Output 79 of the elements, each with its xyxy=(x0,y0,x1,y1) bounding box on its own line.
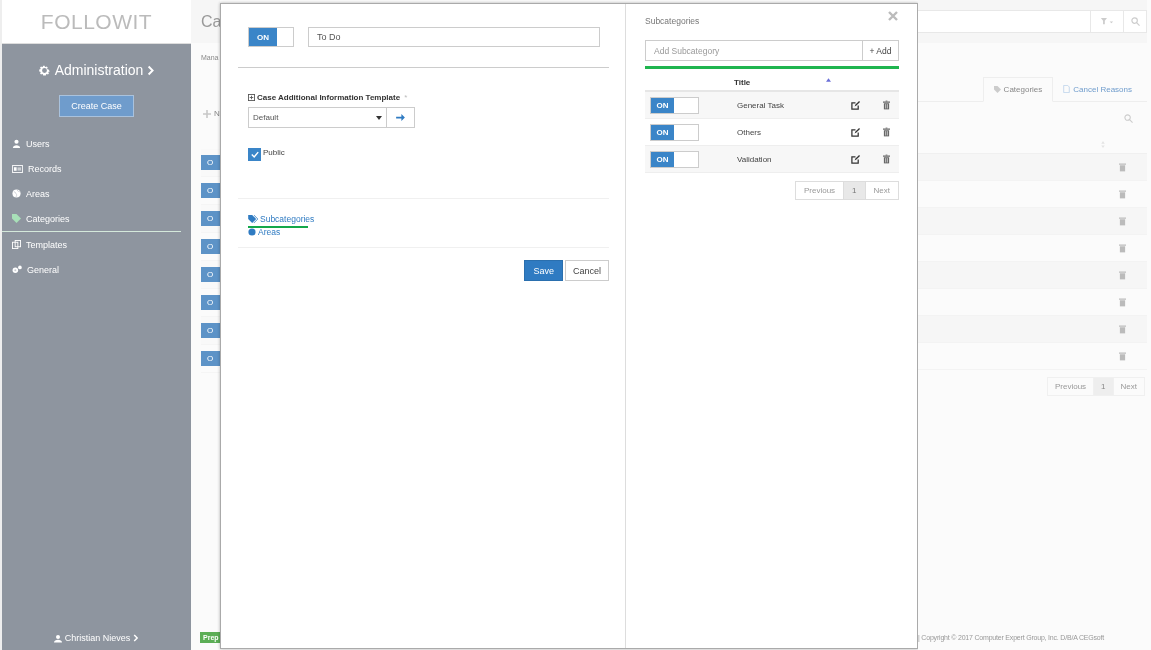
toggle-switch[interactable]: ON xyxy=(650,150,699,168)
checkbox[interactable] xyxy=(248,148,261,161)
tags-icon xyxy=(248,214,258,223)
expand-icon xyxy=(248,94,255,101)
plus-icon xyxy=(203,109,211,118)
user-name[interactable]: Christian Nieves xyxy=(64,633,131,643)
column-header[interactable]: Title xyxy=(734,73,826,87)
delete-icon[interactable] xyxy=(883,154,890,164)
checkbox-label: Public xyxy=(263,148,285,157)
sort-up-icon[interactable] xyxy=(826,78,831,82)
tag-icon xyxy=(993,86,1001,93)
sidebar-item[interactable]: Categories xyxy=(2,206,181,232)
user-icon xyxy=(53,633,62,643)
new-link[interactable]: N xyxy=(214,109,220,118)
template-dropdown[interactable]: Default xyxy=(248,107,387,128)
toggle-switch[interactable]: ON xyxy=(650,96,699,114)
toggle-switch[interactable]: O xyxy=(201,295,220,310)
toggle-switch[interactable]: O xyxy=(201,323,220,338)
edit-icon[interactable] xyxy=(851,154,860,164)
toggle-switch[interactable]: O xyxy=(201,183,220,198)
name-field[interactable]: To Do xyxy=(308,27,600,47)
create-case-button[interactable]: Create Case xyxy=(59,95,134,117)
toggle-switch[interactable]: O xyxy=(201,351,220,366)
sidebar-item[interactable]: Records xyxy=(2,156,191,181)
toggle-switch[interactable]: O xyxy=(201,155,220,170)
next-button[interactable]: Next xyxy=(865,181,899,200)
search-field[interactable] xyxy=(918,10,1147,33)
logo: FOLLOWIT xyxy=(40,9,153,34)
sidebar-item[interactable]: Users xyxy=(2,131,191,156)
go-button[interactable] xyxy=(387,107,415,128)
cogs-icon xyxy=(12,265,22,274)
search-icon xyxy=(1130,17,1140,26)
document-icon xyxy=(1063,85,1071,93)
section-heading[interactable]: Administration xyxy=(54,62,144,78)
edit-icon[interactable] xyxy=(851,127,860,137)
previous-button[interactable]: Previous xyxy=(1046,377,1095,396)
page-title: Ca xyxy=(201,12,222,31)
previous-button[interactable]: Previous xyxy=(794,181,845,200)
close-icon[interactable] xyxy=(888,11,898,21)
page-number[interactable]: 1 xyxy=(844,181,866,200)
toggle-switch[interactable]: O xyxy=(201,267,220,282)
panel-title: Subcategories xyxy=(645,16,700,26)
table-cell-text: Others xyxy=(737,127,762,137)
toggle-switch[interactable]: ON xyxy=(650,123,699,141)
cancel-button[interactable]: Cancel xyxy=(565,260,609,281)
edit-icon[interactable] xyxy=(851,100,860,110)
toggle-switch[interactable]: O xyxy=(201,211,220,226)
id-card-icon xyxy=(12,164,23,173)
required-mark: * xyxy=(404,93,408,102)
arrow-right-icon xyxy=(396,114,405,121)
table-cell-text: Validation xyxy=(737,154,773,164)
add-subcategory-field[interactable]: Add Subcategory xyxy=(645,40,862,61)
search-icon[interactable] xyxy=(1124,114,1133,123)
tag-icon xyxy=(12,214,21,223)
toggle-switch[interactable]: O xyxy=(201,239,220,254)
tab[interactable]: Categories xyxy=(982,77,1054,102)
page-number[interactable]: 1 xyxy=(1094,377,1114,396)
link[interactable]: Areas xyxy=(248,226,609,237)
delete-icon[interactable] xyxy=(883,127,890,137)
active-underline xyxy=(248,226,308,228)
field-label: Case Additional Information Template xyxy=(257,93,401,102)
filter-icon xyxy=(1100,18,1114,25)
save-button[interactable]: Save xyxy=(524,260,563,281)
add-button[interactable]: + Add xyxy=(862,40,899,61)
copy-icon xyxy=(12,240,21,249)
settings-icon xyxy=(37,63,51,77)
user-icon xyxy=(12,139,21,148)
chevron-right-icon xyxy=(147,64,156,76)
table-cell-text: General Task xyxy=(737,100,785,110)
tab[interactable]: Cancel Reasons xyxy=(1053,77,1142,101)
caret-icon xyxy=(376,115,382,120)
delete-icon[interactable] xyxy=(883,100,890,110)
toggle-switch[interactable]: ON xyxy=(248,27,294,47)
sidebar-item[interactable]: General xyxy=(2,257,191,282)
sidebar-item[interactable]: Areas xyxy=(2,181,191,206)
chevron-right-icon xyxy=(133,634,140,642)
link[interactable]: Subcategories xyxy=(248,213,609,224)
next-button[interactable]: Next xyxy=(1113,377,1145,396)
sidebar-item[interactable]: Templates xyxy=(2,232,191,257)
